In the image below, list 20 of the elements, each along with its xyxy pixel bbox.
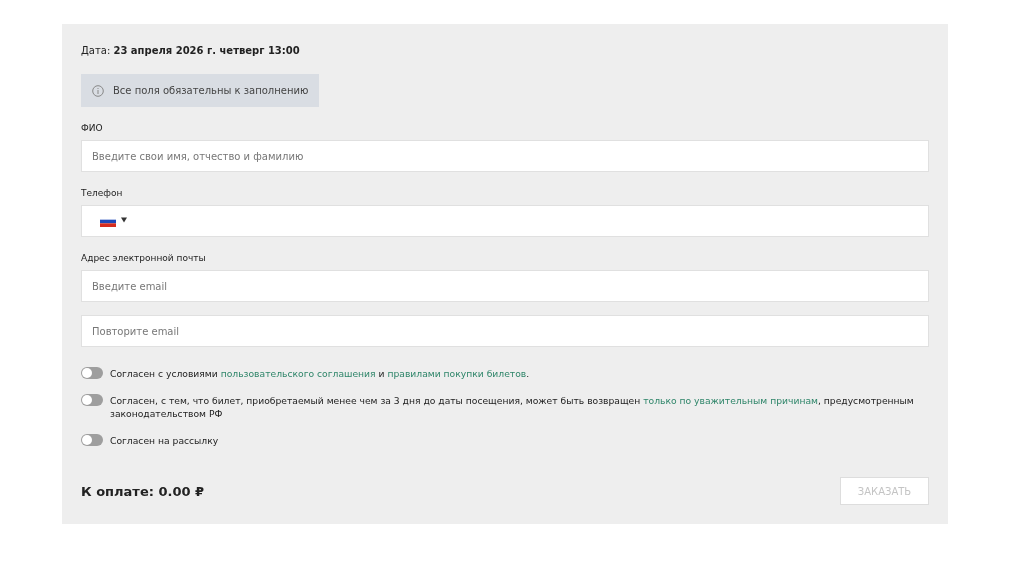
toggle-switch[interactable] — [81, 434, 103, 446]
date-text: Дата: 23 апреля 2026 г. четверг 13:00 — [81, 45, 301, 56]
phone-field[interactable] — [81, 205, 929, 237]
consent-text: Согласен с условиями пользовательского соглашения и правилами покупки билетов. — [110, 367, 530, 380]
notice-text: Все поля обязательны к заполнению — [113, 85, 309, 96]
info-icon — [92, 84, 104, 97]
field-label: ФИО — [81, 123, 104, 133]
consent-text: Согласен, с тем, что билет, приобретаемый менее чем за 3 дня до даты посещения, может быть возвращен только по уважительным причинам, предусмотренным законодательством РФ — [110, 394, 915, 420]
total-amount: К оплате: 0.00 ₽ — [81, 483, 205, 499]
terms-link[interactable]: только по уважительным причинам — [643, 395, 818, 406]
consent-text: Согласен на рассылку — [110, 434, 219, 447]
caret-icon[interactable] — [121, 216, 127, 223]
input-field[interactable]: Введите свои имя, отчество и фамилию — [81, 140, 929, 172]
input-field[interactable]: Введите email — [81, 270, 929, 302]
input-field[interactable]: Повторите email — [81, 315, 929, 347]
terms-link[interactable]: пользовательского соглашения — [220, 368, 376, 379]
field-label: Телефон — [81, 188, 124, 198]
toggle-switch[interactable] — [81, 394, 103, 406]
field-label: Адрес электронной почты — [81, 253, 207, 263]
toggle-switch[interactable] — [81, 367, 103, 379]
